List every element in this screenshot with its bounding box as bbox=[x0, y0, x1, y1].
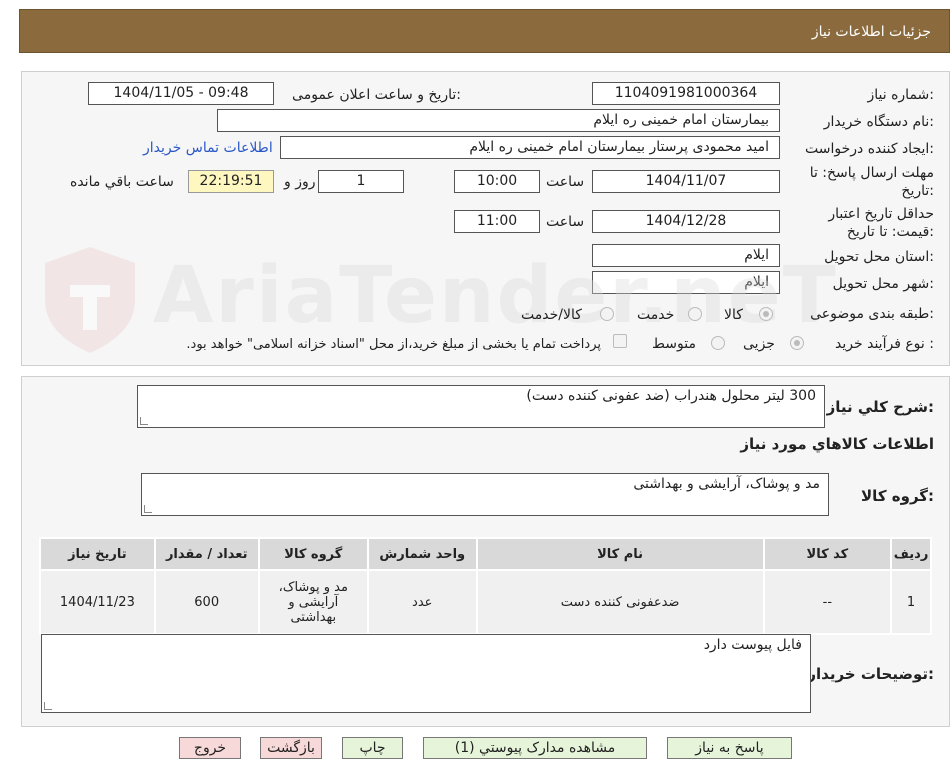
table-row: 1 -- ضدعفونی کننده دست عدد مد و پوشاک، آ… bbox=[39, 569, 932, 635]
payment-note: پرداخت تمام یا بخشی از مبلغ خرید،از محل … bbox=[186, 337, 601, 352]
goods-group-text: مد و پوشاک، آرایشی و بهداشتی bbox=[633, 476, 820, 492]
process-option-medium: متوسط bbox=[652, 336, 696, 352]
col-qty: تعداد / مقدار bbox=[153, 537, 260, 571]
goods-section-title: اطلاعات کالاهاي مورد نياز bbox=[740, 435, 934, 453]
deadline-time-label: ساعت bbox=[546, 174, 585, 190]
need-description-text: 300 لیتر محلول هندراب (ضد عفونی کننده دس… bbox=[526, 388, 816, 404]
category-option-goods: کالا bbox=[724, 307, 743, 323]
province-label: استان محل تحویل: bbox=[824, 249, 934, 265]
col-date: تاریخ نیاز bbox=[39, 537, 156, 571]
process-option-minor: جزیی bbox=[743, 336, 775, 352]
attachments-button[interactable]: مشاهده مدارک پیوستي (1) bbox=[423, 737, 647, 759]
resize-grip-icon[interactable] bbox=[140, 417, 148, 425]
exit-button[interactable]: خروج bbox=[179, 737, 241, 759]
remaining-time-field: 22:19:51 bbox=[188, 170, 274, 193]
category-option-service: خدمت bbox=[637, 307, 675, 323]
cell-qty: 600 bbox=[153, 569, 260, 635]
cell-code: -- bbox=[762, 569, 893, 635]
category-radio-service[interactable] bbox=[688, 307, 702, 321]
validity-time-field: 11:00 bbox=[454, 210, 540, 233]
buyer-org-field: بیمارستان امام خمینی ره ایلام bbox=[217, 109, 780, 132]
buyer-notes-label: توضیحات خریدار: bbox=[807, 665, 934, 683]
back-button[interactable]: بازگشت bbox=[260, 737, 322, 759]
goods-table-header: رديف کد کالا نام کالا واحد شمارش گروه کا… bbox=[39, 537, 932, 571]
days-field: 1 bbox=[318, 170, 404, 193]
watermark-text: AriaTender.neT bbox=[153, 251, 838, 341]
process-radio-medium[interactable] bbox=[711, 336, 725, 350]
goods-group-label: گروه کالا: bbox=[861, 487, 934, 505]
need-number-label: شماره نیاز: bbox=[867, 87, 934, 103]
cell-row: 1 bbox=[890, 569, 932, 635]
cell-name: ضدعفونی کننده دست bbox=[475, 569, 765, 635]
announce-label: تاریخ و ساعت اعلان عمومی: bbox=[292, 87, 461, 103]
validity-label-line2: قیمت: تا تاریخ: bbox=[846, 224, 934, 240]
resize-grip-icon[interactable] bbox=[144, 505, 152, 513]
goods-group-field: مد و پوشاک، آرایشی و بهداشتی bbox=[141, 473, 829, 516]
col-name: نام کالا bbox=[475, 537, 765, 571]
buyer-notes-text: فایل پیوست دارد bbox=[703, 637, 802, 653]
cell-unit: عدد bbox=[366, 569, 478, 635]
deadline-date-field: 1404/11/07 bbox=[592, 170, 780, 193]
days-label: روز و bbox=[284, 174, 316, 190]
need-description-field: 300 لیتر محلول هندراب (ضد عفونی کننده دس… bbox=[137, 385, 825, 428]
deadline-label-line2: تاریخ: bbox=[901, 183, 934, 199]
creator-label: ایجاد کننده درخواست: bbox=[805, 141, 934, 157]
category-radio-goods[interactable] bbox=[759, 307, 773, 321]
validity-label-line1: حداقل تاریخ اعتبار bbox=[828, 206, 934, 222]
category-option-goods-service: کالا/خدمت bbox=[521, 307, 582, 323]
buyer-org-label: نام دستگاه خریدار: bbox=[823, 114, 934, 130]
resize-grip-icon[interactable] bbox=[44, 702, 52, 710]
city-label: شهر محل تحویل: bbox=[832, 276, 934, 292]
reply-button[interactable]: پاسخ به نياز bbox=[667, 737, 792, 759]
buyer-notes-field: فایل پیوست دارد bbox=[41, 634, 811, 713]
page-header: جزئیات اطلاعات نیاز bbox=[19, 9, 950, 53]
col-row: رديف bbox=[890, 537, 932, 571]
goods-table: رديف کد کالا نام کالا واحد شمارش گروه کا… bbox=[39, 537, 932, 635]
treasury-checkbox[interactable] bbox=[613, 334, 627, 348]
col-unit: واحد شمارش bbox=[366, 537, 478, 571]
process-radio-minor[interactable] bbox=[790, 336, 804, 350]
validity-date-field: 1404/12/28 bbox=[592, 210, 780, 233]
remaining-label: ساعت باقي مانده bbox=[70, 174, 174, 190]
cell-group: مد و پوشاک، آرایشی و بهداشتی bbox=[257, 569, 369, 635]
category-label: طبقه بندی موضوعی: bbox=[810, 306, 934, 322]
col-code: کد کالا bbox=[762, 537, 893, 571]
need-description-label: شرح کلي نياز: bbox=[826, 398, 934, 416]
validity-time-label: ساعت bbox=[546, 214, 585, 230]
announce-datetime-field: 1404/11/05 - 09:48 bbox=[88, 82, 274, 105]
process-label: نوع فرآیند خرید : bbox=[835, 336, 934, 352]
deadline-label-line1: مهلت ارسال پاسخ: تا bbox=[809, 165, 934, 181]
category-radio-goods-service[interactable] bbox=[600, 307, 614, 321]
page-title: جزئیات اطلاعات نیاز bbox=[811, 24, 931, 40]
col-group: گروه کالا bbox=[257, 537, 369, 571]
need-number-field: 1104091981000364 bbox=[592, 82, 780, 105]
cell-date: 1404/11/23 bbox=[39, 569, 156, 635]
buyer-contact-link[interactable]: اطلاعات تماس خریدار bbox=[143, 140, 273, 156]
creator-field: امید محمودی پرستار بیمارستان امام خمینی … bbox=[280, 136, 780, 159]
deadline-time-field: 10:00 bbox=[454, 170, 540, 193]
print-button[interactable]: چاپ bbox=[342, 737, 403, 759]
